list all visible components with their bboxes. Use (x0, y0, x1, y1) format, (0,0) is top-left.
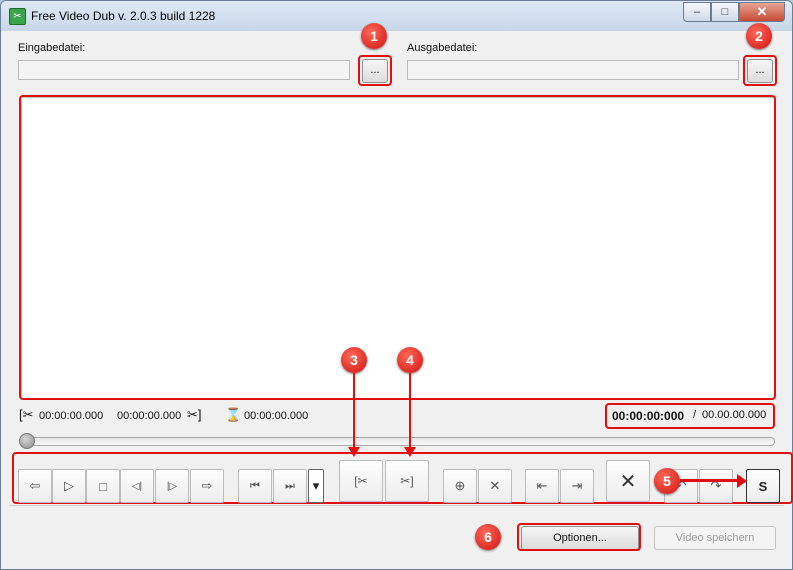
next-icon[interactable]: ⇨ (190, 469, 224, 503)
annotation-arrowhead-3 (348, 447, 360, 457)
annotation-badge-6: 6 (475, 524, 501, 550)
save-selection-icon[interactable]: S (746, 469, 780, 503)
close-button[interactable]: ✕ (739, 2, 785, 22)
seek-start-icon[interactable]: ⏮ (238, 469, 272, 503)
total-time: 00.00.00.000 (702, 409, 767, 421)
annotation-badge-3: 3 (341, 347, 367, 373)
go-next-icon[interactable]: ⇥ (560, 469, 594, 503)
title-bar: ✂ Free Video Dub v. 2.0.3 build 1228 – □… (1, 1, 792, 31)
save-video-button[interactable]: Video speichern (654, 526, 776, 550)
mark-start-icon[interactable]: [✂ (339, 460, 383, 502)
annotation-box-6 (517, 523, 641, 551)
seek-end-icon[interactable]: ⏭ (273, 469, 307, 503)
time-separator: / (693, 409, 697, 421)
annotation-arrowhead-5 (737, 474, 747, 488)
app-window: ✂ Free Video Dub v. 2.0.3 build 1228 – □… (0, 0, 793, 570)
play-icon[interactable]: ▷ (52, 469, 86, 503)
cut-end-time: 00:00:00.000 (117, 410, 182, 422)
marker-icon: ⌛ (225, 407, 242, 422)
minimize-button[interactable]: – (683, 2, 711, 22)
input-file-label: Eingabedatei: (18, 42, 86, 54)
marker-time: 00:00:00.000 (244, 410, 309, 422)
client-area: Eingabedatei: ... 1 Ausgabedatei: ... 2 … (9, 23, 793, 561)
annotation-badge-1: 1 (361, 23, 387, 49)
stop-icon[interactable]: □ (86, 469, 120, 503)
annotation-box-1 (358, 55, 392, 86)
select-a-icon[interactable]: ⊕ (443, 469, 477, 503)
output-file-field[interactable] (407, 60, 739, 80)
maximize-button[interactable]: □ (711, 2, 739, 22)
select-b-icon[interactable]: ✕ (478, 469, 512, 503)
seek-dropdown-button[interactable]: ▾ (308, 469, 324, 503)
seek-slider-thumb[interactable] (19, 433, 35, 449)
delete-icon[interactable]: ✕ (606, 460, 650, 502)
output-file-label: Ausgabedatei: (407, 42, 478, 54)
annotation-badge-2: 2 (746, 23, 772, 49)
window-title: Free Video Dub v. 2.0.3 build 1228 (31, 9, 216, 23)
prev-icon[interactable]: ⇦ (18, 469, 52, 503)
annotation-arrow-4 (409, 373, 411, 448)
cut-end-icon: ✂] (187, 407, 202, 422)
annotation-badge-5: 5 (654, 468, 680, 494)
cut-start-time: 00:00:00.000 (39, 410, 104, 422)
redo-icon[interactable]: ↷ (699, 469, 733, 503)
input-file-field[interactable] (18, 60, 350, 80)
annotation-arrow-3 (353, 373, 355, 448)
current-time: 00:00:00:000 (612, 409, 685, 423)
annotation-box-2 (743, 55, 777, 86)
mark-end-icon[interactable]: ✂] (385, 460, 429, 502)
go-prev-icon[interactable]: ⇤ (525, 469, 559, 503)
window-controls: – □ ✕ (683, 2, 785, 22)
bottom-separator (9, 505, 784, 506)
annotation-arrowhead-4 (404, 447, 416, 457)
seek-slider[interactable] (21, 437, 775, 446)
annotation-arrow-5 (680, 479, 738, 482)
app-icon: ✂ (9, 8, 26, 25)
step-back-icon[interactable]: ◁| (120, 469, 154, 503)
cut-start-icon: [✂ (19, 407, 34, 422)
annotation-badge-4: 4 (397, 347, 423, 373)
step-forward-icon[interactable]: |▷ (155, 469, 189, 503)
